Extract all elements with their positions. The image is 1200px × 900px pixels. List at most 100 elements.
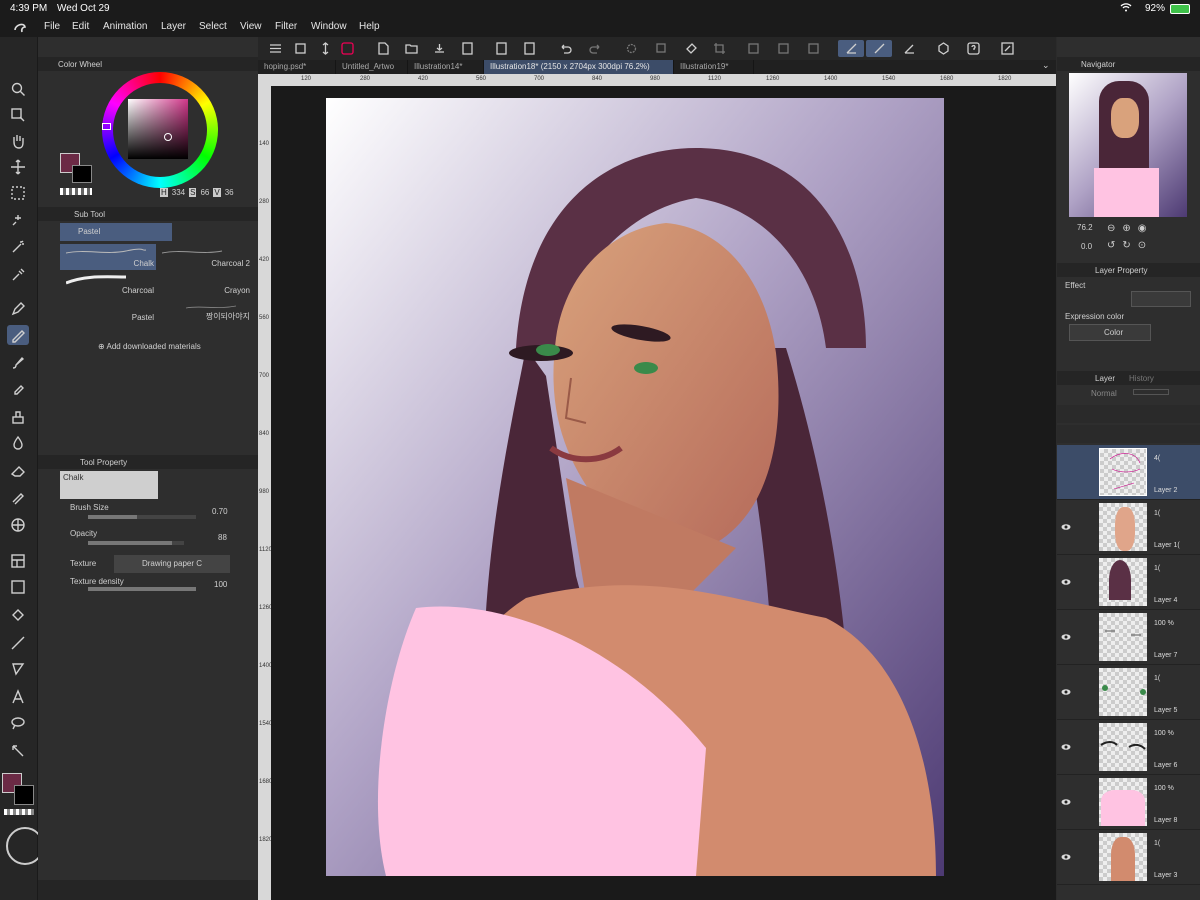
- texture-density-slider[interactable]: [88, 587, 196, 591]
- deselect-icon[interactable]: [744, 40, 762, 57]
- mesh-icon[interactable]: [7, 515, 29, 535]
- layer-visibility-icon[interactable]: [1061, 742, 1071, 752]
- saturation-value-square[interactable]: [128, 99, 188, 159]
- tabs-dropdown-icon[interactable]: ⌄: [1042, 60, 1050, 71]
- auto-select-icon[interactable]: [7, 211, 29, 231]
- snap-ruler-icon[interactable]: [838, 40, 864, 57]
- pen-tool-icon[interactable]: [7, 299, 29, 319]
- line-tool-icon[interactable]: [7, 633, 29, 653]
- balloon-tool-icon[interactable]: [7, 713, 29, 733]
- magic-wand-icon[interactable]: [7, 237, 29, 257]
- tab-illustration19[interactable]: Illustration19*: [674, 60, 754, 74]
- frame-tool-icon[interactable]: [7, 551, 29, 571]
- reorder-icon[interactable]: [316, 40, 334, 57]
- app-logo-icon[interactable]: [12, 20, 28, 37]
- layer-visibility-icon[interactable]: [1061, 687, 1071, 697]
- navigator-preview[interactable]: [1069, 73, 1187, 217]
- layer-visibility-icon[interactable]: [1061, 577, 1071, 587]
- tab-illustration14[interactable]: Illustration14*: [408, 60, 484, 74]
- layer-row[interactable]: 4( Layer 2: [1057, 445, 1200, 500]
- layer-toolbar-1[interactable]: [1057, 405, 1200, 423]
- snap-grid-icon[interactable]: [900, 40, 918, 57]
- menu-animation[interactable]: Animation: [103, 21, 147, 32]
- texture-density-value[interactable]: 100: [214, 580, 227, 589]
- opacity-value[interactable]: 88: [218, 533, 227, 542]
- menu-view[interactable]: View: [240, 21, 262, 32]
- color-picker-handle[interactable]: [164, 133, 172, 141]
- move-tool-icon[interactable]: [7, 157, 29, 177]
- eyedropper-icon[interactable]: [7, 265, 29, 285]
- brush-size-value[interactable]: 0.70: [212, 507, 228, 516]
- crop-icon[interactable]: [710, 40, 728, 57]
- menu-help[interactable]: Help: [359, 21, 380, 32]
- invert-selection-icon[interactable]: [774, 40, 792, 57]
- menu-layer[interactable]: Layer: [161, 21, 186, 32]
- history-tab[interactable]: History: [1129, 374, 1154, 383]
- correction-tool-icon[interactable]: [7, 741, 29, 761]
- hand-tool-icon[interactable]: [7, 131, 29, 151]
- add-materials-button[interactable]: ⊕ Add downloaded materials: [98, 342, 201, 351]
- layer-row[interactable]: 100 % Layer 7: [1057, 610, 1200, 665]
- layer-row[interactable]: 1( Layer 4: [1057, 555, 1200, 610]
- cw-transparent[interactable]: [60, 188, 92, 195]
- layer-tab[interactable]: Layer: [1095, 374, 1115, 383]
- layer-row[interactable]: 1( Layer 3: [1057, 830, 1200, 885]
- view-zoom-icon[interactable]: [7, 105, 29, 125]
- record-icon[interactable]: [338, 40, 356, 57]
- transparent-color-icon[interactable]: [4, 809, 34, 815]
- layer-row[interactable]: 100 % Layer 6: [1057, 720, 1200, 775]
- layer-visibility-icon[interactable]: [1061, 522, 1071, 532]
- snap-special-ruler-icon[interactable]: [866, 40, 892, 57]
- sub-tool-group-tab[interactable]: Pastel: [60, 223, 172, 241]
- layer-row[interactable]: 1( Layer 1(: [1057, 500, 1200, 555]
- open-file-icon[interactable]: [402, 40, 420, 57]
- export-icon[interactable]: [458, 40, 476, 57]
- rotate-controls[interactable]: ↺↻⊙: [1107, 240, 1153, 251]
- save-icon[interactable]: [430, 40, 448, 57]
- tab-untitled-artwork[interactable]: Untitled_Artwo: [336, 60, 408, 74]
- rotation-value[interactable]: 0.0: [1081, 242, 1092, 251]
- layer-row[interactable]: 100 % Layer 8: [1057, 775, 1200, 830]
- menu-filter[interactable]: Filter: [275, 21, 297, 32]
- undo-icon[interactable]: [556, 40, 574, 57]
- brush-charcoal-2[interactable]: Charcoal 2: [156, 244, 252, 270]
- canvas-area[interactable]: [271, 86, 1056, 900]
- zoom-tool-icon[interactable]: [7, 79, 29, 99]
- redo-icon[interactable]: [586, 40, 604, 57]
- layer-toolbar-2[interactable]: [1057, 425, 1200, 443]
- menu-hamburger-icon[interactable]: [266, 40, 284, 57]
- blend-tool-icon[interactable]: [7, 433, 29, 453]
- layer-visibility-icon[interactable]: [1061, 632, 1071, 642]
- brush-pastel[interactable]: Pastel: [60, 298, 156, 324]
- hue-handle[interactable]: [102, 123, 111, 130]
- brush-tool-icon[interactable]: [7, 353, 29, 373]
- text-tool-icon[interactable]: [7, 687, 29, 707]
- menu-edit[interactable]: Edit: [72, 21, 89, 32]
- new-file-icon[interactable]: [374, 40, 392, 57]
- gradient-tool-icon[interactable]: [7, 577, 29, 597]
- layer-row[interactable]: 1( Layer 5: [1057, 665, 1200, 720]
- sub-color-swatch[interactable]: [14, 785, 34, 805]
- zoom-value[interactable]: 76.2: [1077, 223, 1093, 232]
- decoration-icon[interactable]: [7, 407, 29, 427]
- brush-chalk[interactable]: Chalk: [60, 244, 156, 270]
- fill-bucket-icon[interactable]: [7, 605, 29, 625]
- settings-icon[interactable]: [934, 40, 952, 57]
- layer-visibility-icon[interactable]: [1061, 797, 1071, 807]
- export-2-icon[interactable]: [492, 40, 510, 57]
- transform-icon[interactable]: [652, 40, 670, 57]
- pastel-tool-icon[interactable]: [7, 325, 29, 345]
- selection-tool-icon[interactable]: [7, 183, 29, 203]
- texture-select[interactable]: Drawing paper C: [114, 555, 230, 573]
- menu-file[interactable]: File: [44, 21, 60, 32]
- brush-size-slider[interactable]: [88, 515, 196, 519]
- expression-color-select[interactable]: Color: [1069, 324, 1151, 341]
- layer-opacity-slider[interactable]: [1133, 389, 1169, 395]
- vector-tool-icon[interactable]: [7, 659, 29, 679]
- brush-crayon[interactable]: Crayon: [156, 271, 252, 297]
- opacity-slider[interactable]: [88, 541, 184, 545]
- fullscreen-icon[interactable]: [998, 40, 1016, 57]
- zoom-controls[interactable]: ⊖⊕◉: [1107, 223, 1153, 234]
- edit-icon[interactable]: [292, 40, 310, 57]
- menu-select[interactable]: Select: [199, 21, 227, 32]
